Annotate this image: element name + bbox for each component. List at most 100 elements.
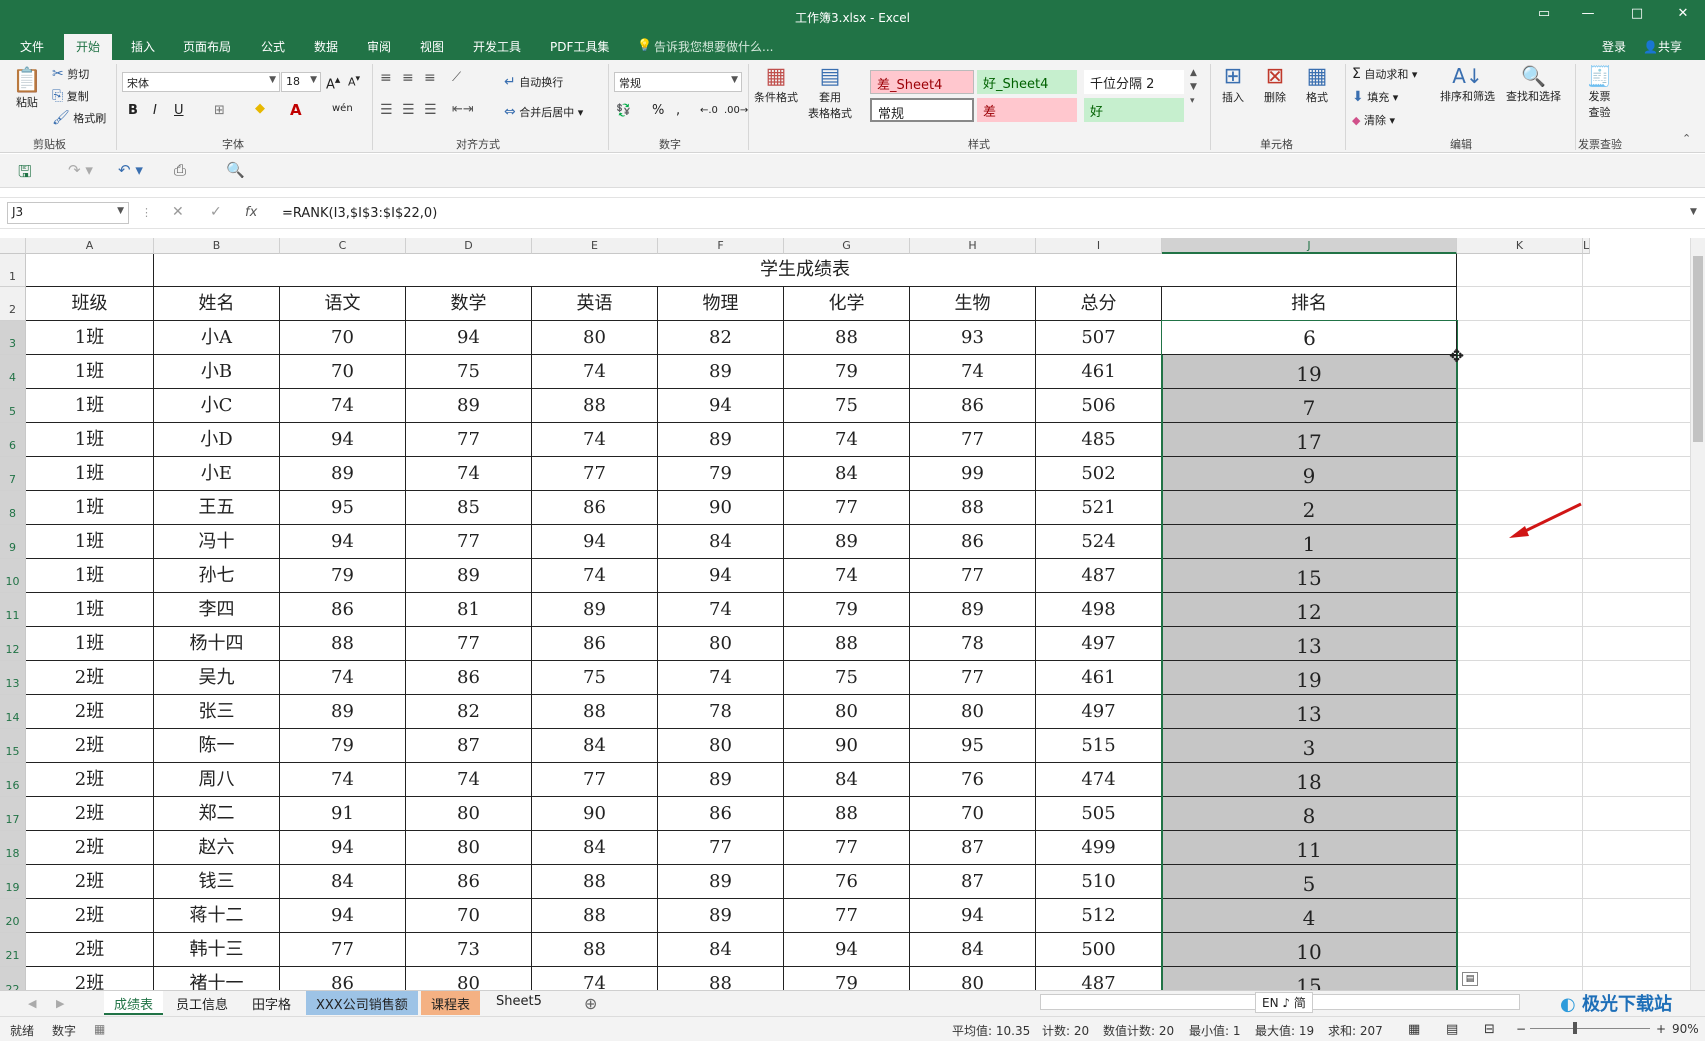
table-cell[interactable]: 郑二 xyxy=(154,797,280,831)
table-cell[interactable]: 90 xyxy=(532,797,658,831)
tell-me-input[interactable]: 告诉我您想要做什么... xyxy=(654,38,773,55)
table-cell[interactable]: 冯十 xyxy=(154,525,280,559)
styles-scroll-icon[interactable]: ▲ ▼ ▾ xyxy=(1190,66,1197,108)
table-cell[interactable]: 70 xyxy=(406,899,532,933)
table-cell[interactable]: 79 xyxy=(784,355,910,389)
table-cell[interactable]: 1班 xyxy=(26,559,154,593)
table-cell[interactable]: 94 xyxy=(784,933,910,967)
table-cell[interactable]: 94 xyxy=(280,831,406,865)
table-cell[interactable]: 88 xyxy=(910,491,1036,525)
row-header[interactable]: 14 xyxy=(0,695,26,729)
empty-cell[interactable] xyxy=(1583,355,1690,389)
sort-filter-button[interactable]: A↓ 排序和筛选 xyxy=(1440,64,1495,104)
rank-cell[interactable]: 8 xyxy=(1162,797,1457,831)
table-cell[interactable]: 74 xyxy=(532,355,658,389)
table-cell[interactable]: 73 xyxy=(406,933,532,967)
column-header-col-c[interactable]: C xyxy=(280,238,406,254)
rank-cell[interactable]: 9 xyxy=(1162,457,1457,491)
table-cell[interactable]: 张三 xyxy=(154,695,280,729)
empty-cell[interactable] xyxy=(1583,763,1690,797)
table-cell[interactable]: 74 xyxy=(784,559,910,593)
redo-icon[interactable]: ↷ ▾ xyxy=(68,161,93,179)
empty-cell[interactable] xyxy=(1583,695,1690,729)
phonetic-icon[interactable]: wén xyxy=(332,103,353,114)
row-header[interactable]: 22 xyxy=(0,967,26,990)
empty-cell[interactable] xyxy=(1583,899,1690,933)
table-cell[interactable]: 77 xyxy=(406,627,532,661)
zoom-in-icon[interactable]: + xyxy=(1656,1022,1666,1036)
empty-cell[interactable] xyxy=(1583,593,1690,627)
row-header[interactable]: 4 xyxy=(0,355,26,389)
format-as-table-button[interactable]: ▤ 套用 表格格式 xyxy=(808,64,852,121)
table-cell[interactable]: 74 xyxy=(658,593,784,627)
table-cell[interactable]: 78 xyxy=(658,695,784,729)
worksheet-grid[interactable]: A B C D E F G H I J K L 1 2 3 4 5 6 7 8 9 10 11 12 13 14 15 16 17 18 1… xyxy=(0,238,1690,990)
rank-cell[interactable]: 4 xyxy=(1162,899,1457,933)
table-cell[interactable]: 93 xyxy=(910,321,1036,355)
rank-cell[interactable]: 18 xyxy=(1162,763,1457,797)
table-cell[interactable]: 1班 xyxy=(26,389,154,423)
table-cell[interactable]: 82 xyxy=(406,695,532,729)
table-cell[interactable]: 小A xyxy=(154,321,280,355)
empty-cell[interactable] xyxy=(1457,559,1583,593)
table-cell[interactable]: 80 xyxy=(784,695,910,729)
header-cell[interactable]: 化学 xyxy=(784,287,910,321)
sheet-tab-grades[interactable]: 成绩表 xyxy=(104,991,164,1015)
empty-cell[interactable] xyxy=(1457,797,1583,831)
table-cell[interactable]: 90 xyxy=(658,491,784,525)
table-cell[interactable]: 2班 xyxy=(26,933,154,967)
align-right-icon[interactable]: ☰ xyxy=(424,102,437,118)
paste-button[interactable]: 📋 粘贴 xyxy=(12,66,42,110)
table-cell[interactable]: 89 xyxy=(658,423,784,457)
empty-cell[interactable] xyxy=(1583,457,1690,491)
table-cell[interactable]: 80 xyxy=(406,831,532,865)
align-bottom-icon[interactable]: ≡ xyxy=(424,70,436,86)
table-cell[interactable]: 1班 xyxy=(26,627,154,661)
row-header[interactable]: 16 xyxy=(0,763,26,797)
table-cell[interactable]: 80 xyxy=(532,321,658,355)
table-cell[interactable]: 1班 xyxy=(26,457,154,491)
scroll-thumb[interactable] xyxy=(1693,256,1703,442)
header-cell[interactable]: 姓名 xyxy=(154,287,280,321)
table-cell[interactable]: 79 xyxy=(280,729,406,763)
empty-cell[interactable] xyxy=(1457,593,1583,627)
table-cell[interactable]: 94 xyxy=(532,525,658,559)
table-cell[interactable]: 82 xyxy=(658,321,784,355)
table-cell[interactable]: 79 xyxy=(784,967,910,990)
table-cell[interactable]: 461 xyxy=(1036,661,1162,695)
column-header-col-f[interactable]: F xyxy=(658,238,784,254)
table-cell[interactable]: 88 xyxy=(532,933,658,967)
empty-cell[interactable] xyxy=(1457,389,1583,423)
table-cell[interactable]: 88 xyxy=(658,967,784,990)
table-cell[interactable]: 86 xyxy=(532,491,658,525)
table-cell[interactable]: 84 xyxy=(910,933,1036,967)
login-link[interactable]: 登录 xyxy=(1602,38,1626,55)
row-header[interactable]: 13 xyxy=(0,661,26,695)
shrink-font-button[interactable]: A▾ xyxy=(348,73,360,89)
table-cell[interactable]: 86 xyxy=(532,627,658,661)
row-header[interactable]: 11 xyxy=(0,593,26,627)
table-cell[interactable]: 87 xyxy=(910,865,1036,899)
table-cell[interactable]: 88 xyxy=(784,627,910,661)
normal-view-icon[interactable]: ▦ xyxy=(1408,1022,1420,1037)
table-cell[interactable]: 89 xyxy=(280,695,406,729)
empty-cell[interactable] xyxy=(1457,695,1583,729)
table-cell[interactable]: 89 xyxy=(406,389,532,423)
table-cell[interactable]: 89 xyxy=(658,899,784,933)
empty-cell[interactable] xyxy=(1583,559,1690,593)
table-cell[interactable]: 502 xyxy=(1036,457,1162,491)
sheet-tab-staff[interactable]: 员工信息 xyxy=(166,991,238,1015)
table-cell[interactable]: 485 xyxy=(1036,423,1162,457)
table-cell[interactable]: 74 xyxy=(280,389,406,423)
empty-cell[interactable] xyxy=(1457,321,1583,355)
find-select-button[interactable]: 🔍 查找和选择 xyxy=(1506,64,1561,104)
font-color-icon[interactable]: A xyxy=(290,101,302,119)
enter-icon[interactable]: ✓ xyxy=(210,204,222,220)
rank-cell[interactable]: 7 xyxy=(1162,389,1457,423)
empty-cell[interactable] xyxy=(1583,933,1690,967)
page-layout-icon[interactable]: ▤ xyxy=(1446,1022,1458,1037)
table-cell[interactable]: 2班 xyxy=(26,661,154,695)
table-cell[interactable]: 487 xyxy=(1036,559,1162,593)
header-cell[interactable]: 英语 xyxy=(532,287,658,321)
tab-developer[interactable]: 开发工具 xyxy=(473,38,521,55)
